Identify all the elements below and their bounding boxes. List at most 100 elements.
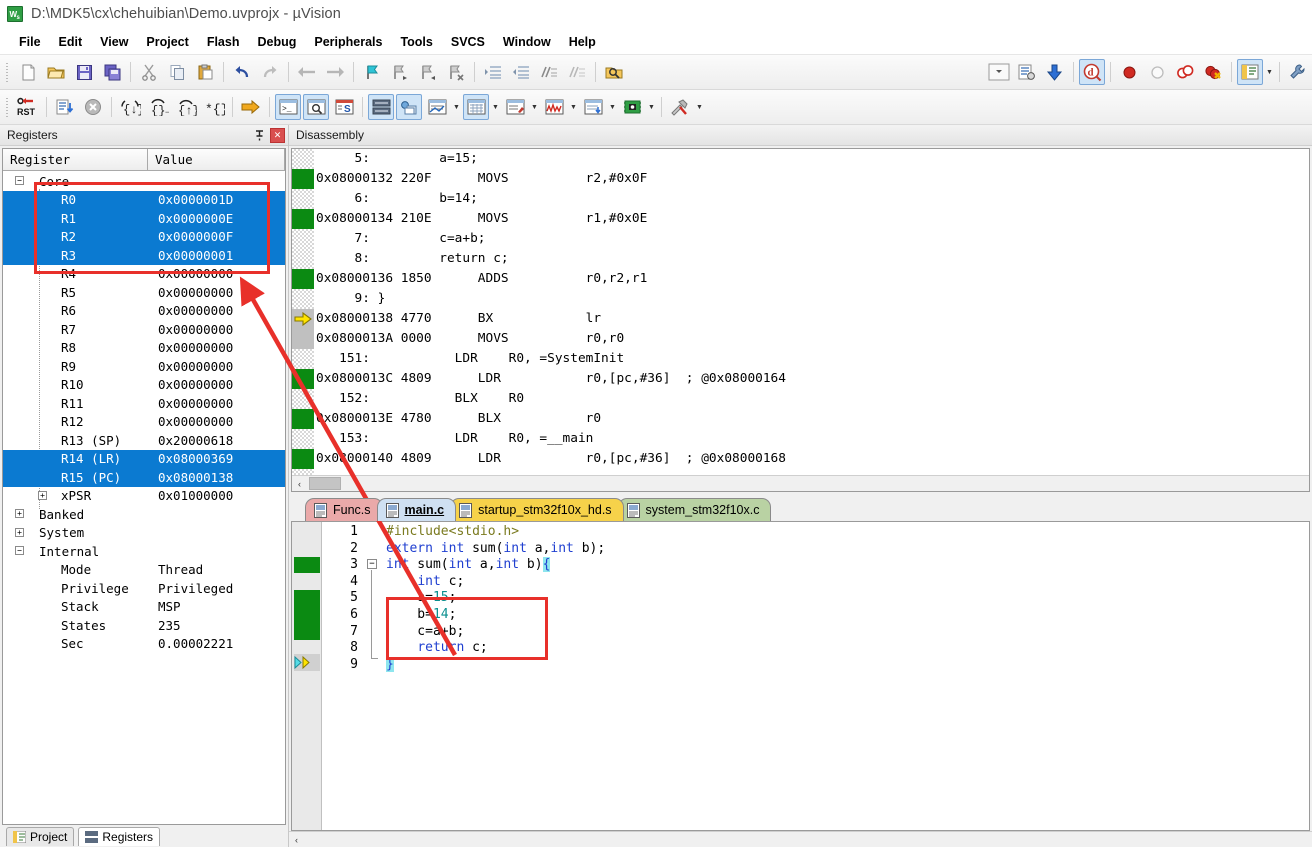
menu-help[interactable]: Help [560, 32, 605, 52]
bookmark-next-icon[interactable] [387, 59, 413, 85]
paste-icon[interactable] [192, 59, 218, 85]
table-row[interactable]: R5 0x00000000 [3, 283, 285, 302]
tab-main-c[interactable]: main.c [376, 498, 457, 521]
table-row[interactable]: R3 0x00000001 [3, 246, 285, 265]
scrollbar-thumb[interactable] [309, 477, 341, 490]
tab-project[interactable]: Project [6, 827, 75, 846]
table-row[interactable]: R12 0x00000000 [3, 413, 285, 432]
column-header-value[interactable]: Value [148, 149, 285, 170]
open-file-icon[interactable] [43, 59, 69, 85]
table-row[interactable]: R6 0x00000000 [3, 302, 285, 321]
tab-func-s[interactable]: Func.s [305, 498, 383, 521]
expand-icon[interactable]: + [15, 527, 24, 537]
project-window-dropdown-icon[interactable]: ▼ [1264, 69, 1275, 76]
table-row[interactable]: Privilege Privileged [3, 579, 285, 598]
source-editor-body[interactable]: 1 2 3 4 5 6 7 8 9 − #include<stdio.h> ex… [291, 521, 1310, 831]
table-row[interactable]: R14 (LR) 0x08000369 [3, 449, 285, 468]
bookmark-prev-icon[interactable] [415, 59, 441, 85]
uncomment-icon[interactable] [564, 59, 590, 85]
table-row[interactable]: R11 0x00000000 [3, 394, 285, 413]
toolbox-dropdown-icon[interactable]: ▼ [694, 104, 705, 111]
redo-icon[interactable] [257, 59, 283, 85]
trace-window-icon[interactable] [580, 94, 606, 120]
toolbar-grip[interactable] [4, 96, 11, 118]
target-dropdown-icon[interactable] [986, 59, 1012, 85]
editor-horizontal-scrollbar[interactable]: ‹ [289, 831, 1312, 847]
table-row[interactable]: States 235 [3, 616, 285, 635]
menu-debug[interactable]: Debug [248, 32, 305, 52]
navigate-forward-icon[interactable] [322, 59, 348, 85]
project-window-icon[interactable] [1237, 59, 1263, 85]
toolbar-grip[interactable] [4, 61, 11, 83]
code-fold-icon[interactable]: − [367, 559, 377, 569]
collapse-icon[interactable]: − [15, 546, 24, 555]
menu-peripherals[interactable]: Peripherals [305, 32, 391, 52]
menu-svcs[interactable]: SVCS [442, 32, 494, 52]
disassembly-code[interactable]: 5: a=15; 0x08000132 220F MOVS r2,#0x0F 6… [292, 149, 1309, 475]
tab-startup-stm32f10x-hd-s[interactable]: startup_stm32f10x_hd.s [450, 498, 624, 521]
stop-icon[interactable] [80, 94, 106, 120]
pin-icon[interactable] [252, 128, 267, 143]
scroll-left-icon[interactable]: ‹ [292, 476, 307, 491]
outdent-icon[interactable] [508, 59, 534, 85]
table-row[interactable]: R9 0x00000000 [3, 357, 285, 376]
table-row[interactable]: R0 0x0000001D [3, 190, 285, 209]
analysis-window-icon[interactable] [541, 94, 567, 120]
command-window-icon[interactable]: >_ [275, 94, 301, 120]
step-out-icon[interactable]: {↑} [173, 94, 199, 120]
watch-window-icon[interactable] [424, 94, 450, 120]
configure-icon[interactable] [1285, 59, 1311, 85]
symbols-window-icon[interactable]: S [331, 94, 357, 120]
menu-view[interactable]: View [91, 32, 137, 52]
kill-all-breakpoints-icon[interactable] [1200, 59, 1226, 85]
menu-project[interactable]: Project [137, 32, 197, 52]
expand-icon[interactable]: + [15, 509, 24, 518]
run-icon[interactable] [52, 94, 78, 120]
system-viewer-dropdown-icon[interactable]: ▼ [646, 104, 657, 111]
editor-fold-gutter[interactable]: − [364, 522, 386, 830]
table-row[interactable]: R8 0x00000000 [3, 339, 285, 358]
cut-icon[interactable] [136, 59, 162, 85]
close-icon[interactable]: ✕ [270, 127, 285, 143]
disable-breakpoint-icon[interactable] [1144, 59, 1170, 85]
save-icon[interactable] [71, 59, 97, 85]
disassembly-window-icon[interactable] [303, 94, 329, 120]
table-row[interactable]: Sec 0.00002221 [3, 635, 285, 654]
serial-window-dropdown-icon[interactable]: ▼ [529, 104, 540, 111]
menu-file[interactable]: File [10, 32, 50, 52]
menu-flash[interactable]: Flash [198, 32, 249, 52]
bookmark-clear-icon[interactable] [443, 59, 469, 85]
table-row[interactable]: R10 0x00000000 [3, 376, 285, 395]
memory-window-icon[interactable] [463, 94, 489, 120]
menu-window[interactable]: Window [494, 32, 560, 52]
insert-breakpoint-icon[interactable] [1116, 59, 1142, 85]
serial-window-icon[interactable] [502, 94, 528, 120]
target-options-icon[interactable] [1014, 59, 1040, 85]
table-row[interactable]: R1 0x0000000E [3, 209, 285, 228]
table-row[interactable]: R2 0x0000000F [3, 227, 285, 246]
menu-tools[interactable]: Tools [391, 32, 441, 52]
memory-window-dropdown-icon[interactable]: ▼ [490, 104, 501, 111]
tab-system-stm32f10x-c[interactable]: system_stm32f10x.c [617, 498, 772, 521]
registers-tree[interactable]: Register Value − Core R0 0x0000001D R1 0… [2, 148, 286, 825]
undo-icon[interactable] [229, 59, 255, 85]
table-row[interactable]: R4 0x00000000 [3, 265, 285, 284]
reset-cpu-icon[interactable]: RST [15, 94, 41, 120]
analysis-window-dropdown-icon[interactable]: ▼ [568, 104, 579, 111]
copy-icon[interactable] [164, 59, 190, 85]
register-group-xpsr[interactable]: + xPSR 0x01000000 [3, 487, 285, 506]
register-group-system[interactable]: + System [3, 524, 285, 543]
bookmark-toggle-icon[interactable] [359, 59, 385, 85]
step-into-icon[interactable]: {↓} [117, 94, 143, 120]
comment-icon[interactable] [536, 59, 562, 85]
find-in-files-icon[interactable] [601, 59, 627, 85]
save-all-icon[interactable] [99, 59, 125, 85]
table-row[interactable]: R13 (SP) 0x20000618 [3, 431, 285, 450]
menu-edit[interactable]: Edit [50, 32, 92, 52]
trace-window-dropdown-icon[interactable]: ▼ [607, 104, 618, 111]
tab-registers[interactable]: Registers [78, 827, 161, 846]
step-over-icon[interactable]: {}→ [145, 94, 171, 120]
scroll-left-icon[interactable]: ‹ [289, 832, 304, 847]
expand-icon[interactable]: + [38, 490, 47, 500]
system-viewer-icon[interactable] [619, 94, 645, 120]
